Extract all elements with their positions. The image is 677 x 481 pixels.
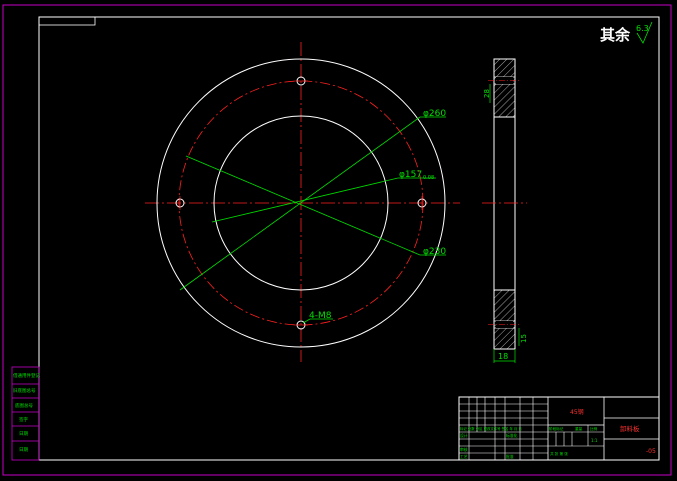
tb-weight: 重量 bbox=[575, 426, 583, 431]
tb-ratio: 比例 bbox=[590, 426, 598, 431]
dim-width: 18 bbox=[498, 352, 508, 361]
tb-drawing-no: -05 bbox=[646, 448, 656, 455]
front-view: φ260 φ157 0.08 φ230 4-M8 bbox=[145, 42, 460, 362]
roughness-note: 其余 bbox=[600, 26, 631, 44]
tb-standardize: 标准化 bbox=[506, 433, 518, 438]
section-hatch-top bbox=[493, 58, 516, 118]
tb-stage-mark: 阶段标记 bbox=[549, 426, 564, 431]
sheet-outer-border bbox=[2, 4, 672, 476]
leader-outer-diameter bbox=[179, 116, 421, 291]
tb-approve: 批准 bbox=[506, 454, 514, 459]
tb-change-row: 标记 处数 分区 更改文件号 签名 年 月 日 bbox=[460, 426, 522, 431]
tb-part-name: 卸料板 bbox=[620, 424, 640, 433]
dim-hole-depth-bottom: 15 bbox=[520, 334, 528, 343]
dim-bolt-circle: φ230 bbox=[423, 247, 446, 257]
side-strip-cell-4: 签字 bbox=[19, 416, 28, 423]
tb-material: 45钢 bbox=[570, 408, 584, 416]
side-strip-cell-5: 日期 bbox=[19, 431, 28, 437]
side-strip-frame bbox=[11, 366, 40, 461]
leader-bore-diameter bbox=[211, 177, 399, 223]
roughness-value: 6.3 bbox=[636, 24, 649, 33]
tb-process: 工艺 bbox=[460, 454, 468, 459]
dim-hole-depth-top: 28 bbox=[483, 89, 491, 98]
tb-reviewer: 审核 bbox=[460, 447, 468, 452]
dim-bore-diameter: φ157 bbox=[399, 170, 422, 180]
dim-outer-diameter: φ260 bbox=[423, 109, 446, 119]
side-strip-cell-1: 借通用件登记 bbox=[13, 372, 40, 379]
cad-drawing: 其余 6.3 φ260 φ157 0.08 φ230 4-M8 18 28 15… bbox=[2, 4, 672, 476]
side-strip: 借通用件登记 旧底图总号 底图总号 签字 日期 日期 bbox=[11, 366, 40, 461]
title-block: 45钢 卸料板 -05 标记 处数 分区 更改文件号 签名 年 月 日 设计 标… bbox=[458, 396, 660, 461]
side-view: 18 28 15 bbox=[482, 58, 528, 363]
code-box bbox=[38, 16, 96, 26]
tb-sheets: 共 张 第 张 bbox=[550, 451, 568, 456]
dim-holes: 4-M8 bbox=[309, 311, 332, 321]
side-strip-cell-6: 日期 bbox=[19, 447, 28, 453]
side-strip-cell-2: 旧底图总号 bbox=[13, 387, 36, 394]
sheet-inner-border bbox=[38, 16, 660, 461]
tb-designer: 设计 bbox=[460, 433, 468, 438]
side-strip-cell-3: 底图总号 bbox=[15, 402, 33, 409]
tb-scale: 1:1 bbox=[591, 438, 598, 443]
dim-bore-tolerance: 0.08 bbox=[423, 175, 434, 181]
section-hatch-bottom bbox=[493, 289, 516, 350]
leader-bolt-circle bbox=[185, 155, 421, 256]
